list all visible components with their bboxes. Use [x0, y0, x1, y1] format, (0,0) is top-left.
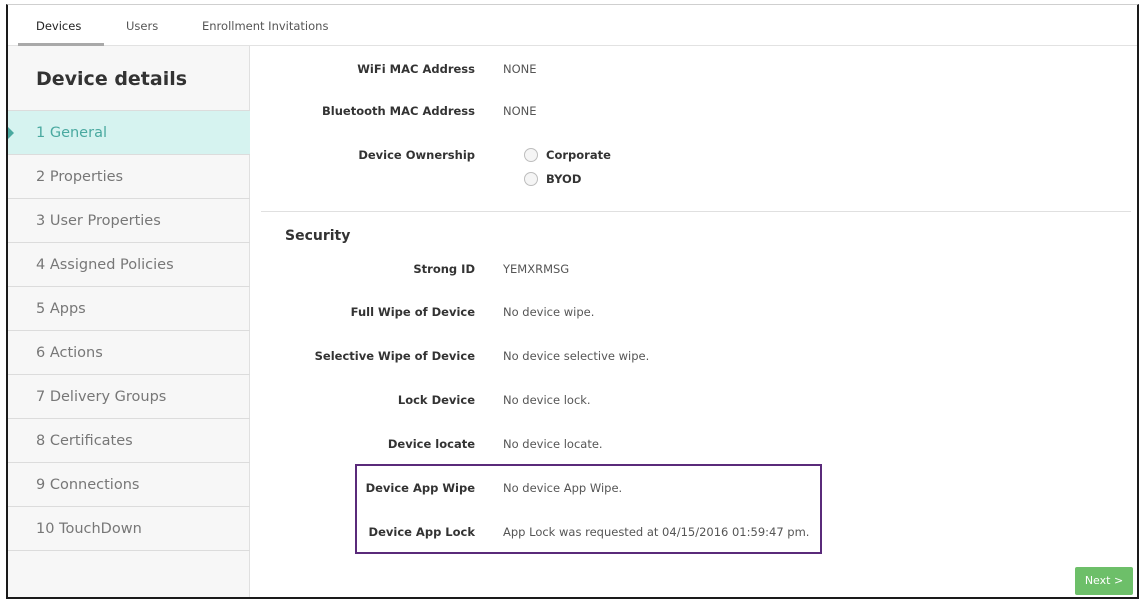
tab-devices[interactable]: Devices — [36, 19, 81, 33]
lock-device-row: Lock Device No device lock. — [251, 393, 1137, 413]
device-details-panel: WiFi MAC Address NONE Bluetooth MAC Addr… — [251, 46, 1137, 597]
next-button[interactable]: Next > — [1075, 567, 1133, 595]
lock-device-value: No device lock. — [503, 393, 591, 407]
sidebar-item-label: 4 Assigned Policies — [36, 257, 174, 273]
bluetooth-mac-label: Bluetooth MAC Address — [322, 104, 475, 118]
radio-byod-label: BYOD — [546, 172, 582, 186]
sidebar-item-label: 8 Certificates — [36, 433, 133, 449]
bluetooth-mac-value: NONE — [503, 104, 537, 118]
tab-enrollment-invitations[interactable]: Enrollment Invitations — [202, 19, 328, 33]
strong-id-row: Strong ID YEMXRMSG — [251, 262, 1137, 282]
device-ownership-label: Device Ownership — [358, 148, 475, 162]
sidebar-item-label: 9 Connections — [36, 477, 140, 493]
sidebar-item-actions[interactable]: 6 Actions — [8, 331, 250, 375]
sidebar-item-certificates[interactable]: 8 Certificates — [8, 419, 250, 463]
device-ownership-row: Device Ownership — [251, 148, 1137, 168]
sidebar-item-apps[interactable]: 5 Apps — [8, 287, 250, 331]
top-tabs: Devices Users Enrollment Invitations — [8, 5, 1137, 46]
ownership-option-corporate[interactable]: Corporate — [524, 148, 611, 162]
wifi-mac-label: WiFi MAC Address — [357, 62, 475, 76]
sidebar-item-label: 2 Properties — [36, 169, 124, 185]
device-locate-value: No device locate. — [503, 437, 603, 451]
device-locate-label: Device locate — [387, 437, 475, 451]
lock-device-label: Lock Device — [397, 393, 475, 407]
sidebar-item-connections[interactable]: 9 Connections — [8, 463, 250, 507]
sidebar: Device details 1 General 2 Properties 3 … — [8, 46, 250, 597]
selective-wipe-label: Selective Wipe of Device — [314, 349, 475, 363]
sidebar-nav: 1 General 2 Properties 3 User Properties… — [8, 110, 250, 551]
sidebar-item-delivery-groups[interactable]: 7 Delivery Groups — [8, 375, 250, 419]
sidebar-item-user-properties[interactable]: 3 User Properties — [8, 199, 250, 243]
selective-wipe-row: Selective Wipe of Device No device selec… — [251, 349, 1137, 369]
sidebar-item-label: 7 Delivery Groups — [36, 389, 167, 405]
sidebar-title: Device details — [36, 68, 188, 90]
sidebar-item-label: 1 General — [36, 125, 107, 141]
device-locate-row: Device locate No device locate. — [251, 437, 1137, 457]
radio-corporate-label: Corporate — [546, 148, 611, 162]
ownership-option-byod[interactable]: BYOD — [524, 172, 581, 186]
sidebar-item-properties[interactable]: 2 Properties — [8, 155, 250, 199]
sidebar-item-label: 5 Apps — [36, 301, 86, 317]
sidebar-item-touchdown[interactable]: 10 TouchDown — [8, 507, 250, 551]
highlight-box — [355, 464, 822, 554]
selective-wipe-value: No device selective wipe. — [503, 349, 650, 363]
radio-byod[interactable] — [524, 172, 538, 186]
full-wipe-label: Full Wipe of Device — [350, 305, 475, 319]
full-wipe-value: No device wipe. — [503, 305, 595, 319]
full-wipe-row: Full Wipe of Device No device wipe. — [251, 305, 1137, 325]
sidebar-item-assigned-policies[interactable]: 4 Assigned Policies — [8, 243, 250, 287]
sidebar-item-label: 10 TouchDown — [36, 521, 142, 537]
strong-id-value: YEMXRMSG — [503, 262, 570, 276]
tab-users[interactable]: Users — [126, 19, 158, 33]
wifi-mac-row: WiFi MAC Address NONE — [251, 62, 1137, 82]
app-frame: Devices Users Enrollment Invitations Dev… — [6, 4, 1139, 599]
radio-corporate[interactable] — [524, 148, 538, 162]
bluetooth-mac-row: Bluetooth MAC Address NONE — [251, 104, 1137, 124]
section-divider — [261, 211, 1131, 212]
active-arrow-icon — [8, 127, 14, 139]
sidebar-item-label: 6 Actions — [36, 345, 103, 361]
wifi-mac-value: NONE — [503, 62, 537, 76]
sidebar-item-general[interactable]: 1 General — [8, 111, 250, 155]
sidebar-item-label: 3 User Properties — [36, 213, 161, 229]
strong-id-label: Strong ID — [413, 262, 475, 276]
security-section-title: Security — [285, 228, 351, 244]
